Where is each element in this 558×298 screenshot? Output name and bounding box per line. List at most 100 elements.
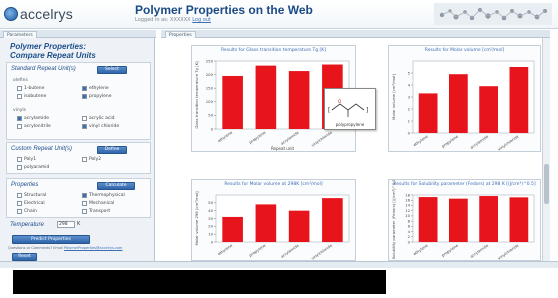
x-axis-label: Repeat unit xyxy=(271,146,295,151)
calculate-button[interactable]: Calculate xyxy=(97,182,135,190)
checkbox-thermophysical[interactable]: Thermophysical xyxy=(82,193,125,198)
checkbox-box[interactable] xyxy=(17,124,22,129)
checkbox-box[interactable] xyxy=(17,86,22,91)
select-button[interactable]: Select xyxy=(97,66,127,74)
checkbox-label: isobutene xyxy=(24,94,47,99)
checkbox-ethylene[interactable]: ethylene xyxy=(82,86,109,91)
logo-mark xyxy=(4,7,18,21)
checkbox-box[interactable] xyxy=(82,209,87,214)
checkbox-acrylic-acid[interactable]: acrylic acid xyxy=(82,116,115,121)
checkbox-label: Mechanical xyxy=(89,201,115,206)
logout-link[interactable]: Log out xyxy=(192,17,211,23)
custom-section-title: Custom Repeat Unit(s) xyxy=(11,146,73,152)
tab-parameters[interactable]: Parameters xyxy=(3,31,37,38)
standard-repeat-units-section: Standard Repeat Unit(s) Select olefins 1… xyxy=(6,62,151,140)
checkbox-box[interactable] xyxy=(17,193,22,198)
checkbox-box[interactable] xyxy=(17,116,22,121)
logged-in-text: Logged in as: XXXXXX xyxy=(135,17,191,23)
x-tick-label: propylene xyxy=(248,129,267,144)
y-axis-label: Glass transition temperature Tg [K] xyxy=(194,61,199,129)
results-scrollbar[interactable] xyxy=(542,38,550,261)
y-tick-label: 18 xyxy=(405,192,410,197)
checkbox-electrical[interactable]: Electrical xyxy=(17,201,45,206)
y-tick-label: 2 xyxy=(408,234,411,239)
bar xyxy=(255,204,277,242)
checkbox-propylene[interactable]: propylene xyxy=(82,94,112,99)
checkbox-box[interactable] xyxy=(82,124,87,129)
checkbox-box[interactable] xyxy=(17,157,22,162)
checkbox-label: acrylic acid xyxy=(89,116,115,121)
tab-properties[interactable]: Properties xyxy=(165,31,196,38)
temperature-unit: K xyxy=(77,221,81,227)
x-tick-label: propylene xyxy=(441,242,460,257)
x-tick-label: propylene xyxy=(248,242,267,257)
checkbox-box[interactable] xyxy=(82,193,87,198)
bar xyxy=(509,197,529,242)
bar xyxy=(288,71,310,129)
checkbox-label: polyaramid xyxy=(24,165,50,170)
properties-section-title: Properties xyxy=(11,182,39,188)
checkbox-box[interactable] xyxy=(82,116,87,121)
checkbox-vinyl-chloride[interactable]: vinyl chloride xyxy=(82,124,119,129)
checkbox-polyaramid[interactable]: polyaramid xyxy=(17,165,49,170)
y-tick-label: 6 xyxy=(408,224,411,229)
y-tick-label: 0 xyxy=(211,126,214,131)
define-button[interactable]: Define xyxy=(97,146,127,154)
temperature-input[interactable]: 298 xyxy=(57,221,75,228)
scrollbar-thumb[interactable] xyxy=(544,164,549,204)
y-tick-label: 50 xyxy=(208,113,213,118)
checkbox-mechanical[interactable]: Mechanical xyxy=(82,201,114,206)
properties-section: Properties Calculate Structural Thermoph… xyxy=(6,178,151,218)
checkbox-acrylonitrile[interactable]: acrylonitrile xyxy=(17,124,51,129)
checkbox-label: Structural xyxy=(24,193,47,198)
predict-properties-button[interactable]: Predict Properties xyxy=(12,235,90,244)
y-tick-label: 100 xyxy=(206,99,214,104)
panel-title-line1: Polymer Properties: xyxy=(10,42,87,51)
bar xyxy=(418,93,438,133)
chart-solubility: 024681012141618 Solubility parameter (Fed… xyxy=(391,180,535,261)
checkbox-poly2[interactable]: Poly2 xyxy=(82,157,101,162)
checkbox-box[interactable] xyxy=(17,201,22,206)
chart-card-solubility: Results for Solubility parameter (Fedors… xyxy=(388,179,541,261)
x-tick-label: acrylamide xyxy=(469,133,490,150)
checkbox-label: Thermophysical xyxy=(89,193,125,198)
checkbox-label: propylene xyxy=(89,94,112,99)
checkbox-acrylamide[interactable]: acrylamide xyxy=(17,116,49,121)
y-tick-label: 200 xyxy=(206,72,214,77)
checkbox-poly1[interactable]: Poly1 xyxy=(17,157,36,162)
y-axis-label: Molar volume 298 [cm³/mol] xyxy=(194,191,199,246)
checkbox-box[interactable] xyxy=(82,86,87,91)
app-title: Polymer Properties on the Web xyxy=(135,3,313,17)
checkbox-structural[interactable]: Structural xyxy=(17,193,46,198)
checkbox-box[interactable] xyxy=(17,209,22,214)
x-tick-label: vinylchloride xyxy=(497,133,520,151)
checkbox-transport[interactable]: Transport xyxy=(82,209,110,214)
checkbox-chain[interactable]: Chain xyxy=(17,209,37,214)
panel-title-line2: Compare Repeat Units xyxy=(10,51,96,60)
olefins-label: olefins xyxy=(13,78,28,83)
sidebar: Polymer Properties: Compare Repeat Units… xyxy=(0,38,155,261)
results-area: Results for Glass transition temperature… xyxy=(161,38,541,261)
checkbox-box[interactable] xyxy=(17,165,22,170)
x-tick-label: acrylamide xyxy=(280,242,301,259)
x-tick-label: ethylene xyxy=(217,129,234,143)
checkbox-label: 1-butene xyxy=(24,86,45,91)
chart-molar-volume: 0 1 2 3 4 5 Molar volume [cm³/mol] ethylene prop… xyxy=(391,60,535,152)
checkbox-label: acrylamide xyxy=(24,116,50,121)
reset-button[interactable]: Reset xyxy=(12,253,37,261)
y-tick-label: 12 xyxy=(405,208,410,213)
y-tick-label: 10 xyxy=(405,213,410,218)
y-tick-label: 8 xyxy=(408,218,411,223)
svg-text:[: [ xyxy=(328,107,330,114)
y-tick-label: 0 xyxy=(408,239,411,244)
y-tick-label: 30 xyxy=(208,216,213,221)
checkbox-isobutene[interactable]: isobutene xyxy=(17,94,46,99)
checkbox-box[interactable] xyxy=(82,201,87,206)
checkbox-box[interactable] xyxy=(82,157,87,162)
checkbox-box[interactable] xyxy=(17,94,22,99)
checkbox-label: Chain xyxy=(24,209,37,214)
checkbox-1-butene[interactable]: 1-butene xyxy=(17,86,44,91)
checkbox-box[interactable] xyxy=(82,94,87,99)
x-tick-label: vinylchloride xyxy=(497,242,520,260)
contact-email-link[interactable]: PolymerProperties@accelrys.com xyxy=(64,246,122,250)
